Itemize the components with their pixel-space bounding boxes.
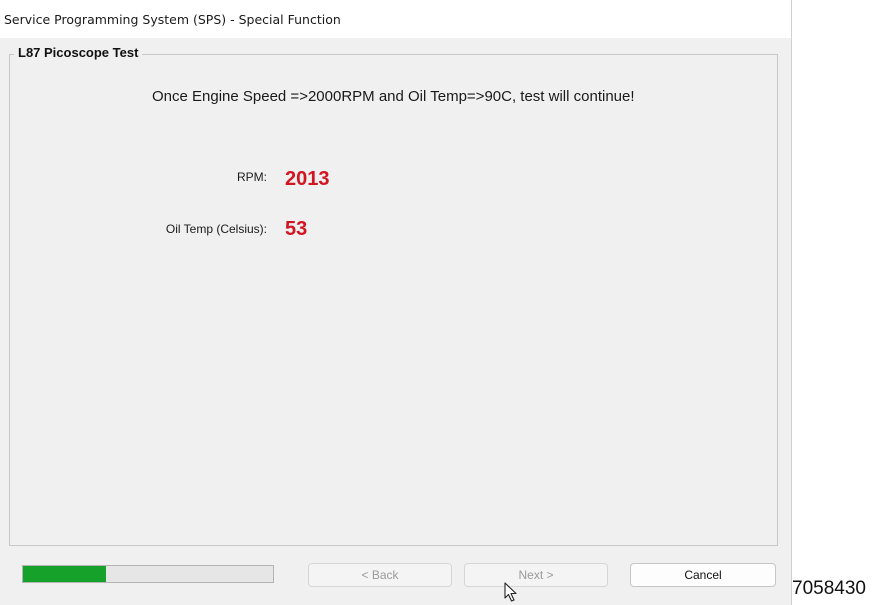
cancel-button[interactable]: Cancel (630, 563, 776, 587)
picoscope-test-group (9, 54, 778, 546)
window-title: Service Programming System (SPS) - Speci… (4, 12, 341, 27)
progress-bar-fill (23, 566, 106, 582)
mouse-cursor-icon (504, 582, 517, 602)
progress-bar (22, 565, 274, 583)
back-button[interactable]: < Back (308, 563, 452, 587)
rpm-label: RPM: (237, 170, 267, 184)
oil-temp-label: Oil Temp (Celsius): (165, 222, 267, 236)
next-button[interactable]: Next > (464, 563, 608, 587)
rpm-value: 2013 (285, 168, 330, 190)
group-title: L87 Picoscope Test (14, 45, 143, 60)
instruction-text: Once Engine Speed =>2000RPM and Oil Temp… (152, 88, 635, 105)
side-number: 7058430 (792, 578, 866, 599)
oil-temp-value: 53 (285, 218, 308, 240)
sps-window: Service Programming System (SPS) - Speci… (0, 0, 792, 605)
title-bar: Service Programming System (SPS) - Speci… (0, 0, 791, 38)
